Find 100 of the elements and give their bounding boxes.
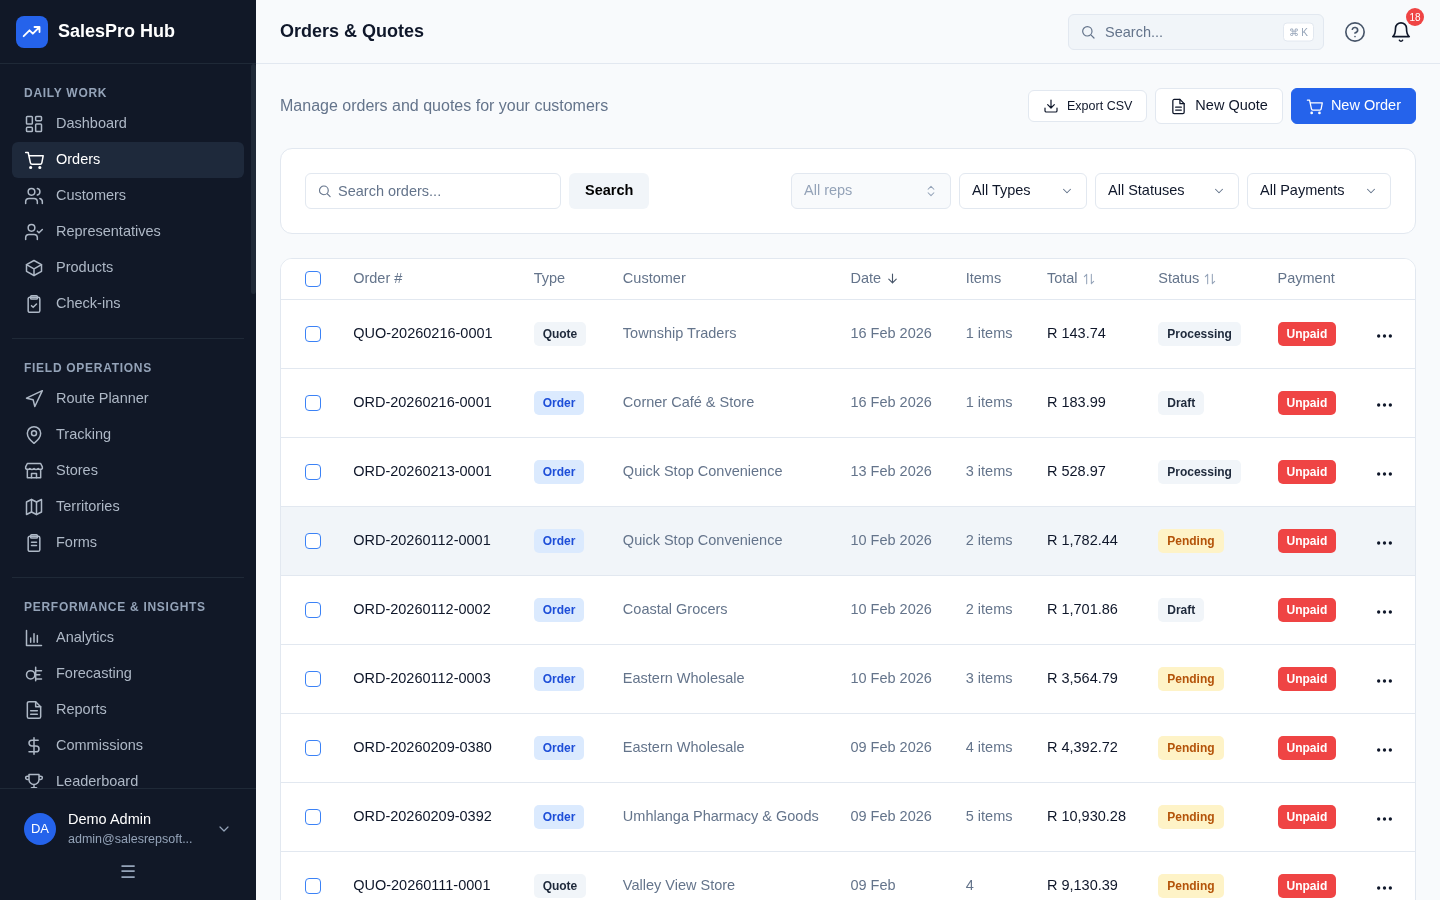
order-number[interactable]: ORD-20260112-0002: [353, 600, 491, 617]
navigation-icon: [24, 389, 44, 409]
order-number[interactable]: QUO-20260111-0001: [353, 876, 491, 893]
customer-name: Umhlanga Pharmacy & Goods: [622, 807, 819, 824]
item-count: 2 items: [965, 600, 1013, 617]
sidebar-item[interactable]: Products: [12, 250, 244, 286]
checkbox[interactable]: [305, 670, 322, 687]
sidebar-item[interactable]: Route Planner: [12, 381, 244, 417]
ellipsis-icon: [1376, 816, 1392, 821]
forecast-icon: [24, 664, 44, 684]
order-number[interactable]: ORD-20260112-0001: [353, 531, 491, 548]
table-row[interactable]: ORD-20260216-0001 Order Corner Café & Store 16 Feb 2026 1 items R 183.99 Draft Unpaid: [281, 368, 1415, 437]
customer-name: Township Traders: [622, 324, 737, 341]
column-header[interactable]: Date: [850, 267, 901, 290]
new-button[interactable]: New Quote: [1155, 88, 1283, 124]
status-tag: Pending: [1158, 666, 1224, 691]
sidebar-item[interactable]: Customers: [12, 178, 244, 214]
table-row[interactable]: ORD-20260209-0380 Order Eastern Wholesale 09 Feb 2026 4 items R 4,392.72 Pending Unpaid: [281, 713, 1415, 782]
order-number[interactable]: ORD-20260112-0003: [353, 669, 491, 686]
sidebar-item[interactable]: Forms: [12, 525, 244, 561]
column-header[interactable]: Total: [1046, 267, 1096, 290]
sidebar-item[interactable]: Commissions: [12, 728, 244, 764]
help-icon: [1344, 20, 1366, 43]
brand-name: SalesPro Hub: [58, 20, 176, 43]
bell-icon: [1390, 20, 1412, 43]
order-number[interactable]: ORD-20260213-0001: [353, 462, 492, 479]
clipboard-check-icon: [24, 294, 44, 314]
sidebar-item[interactable]: Tracking: [12, 417, 244, 453]
checkbox[interactable]: [305, 463, 322, 480]
shortcut-hint: ⌘ K: [1282, 22, 1314, 41]
order-total: R 1,782.44: [1046, 531, 1118, 548]
search-field[interactable]: Search orders...: [305, 173, 561, 209]
checkbox[interactable]: [305, 601, 322, 618]
table-row[interactable]: ORD-20260209-0392 Order Umhlanga Pharmacy & Goods 09 Feb 2026 5 items R 10,930.28 Pending Unpaid: [281, 782, 1415, 851]
download-icon: [1043, 98, 1060, 114]
status-tag: Draft: [1158, 390, 1205, 415]
column-header: Payment: [1277, 268, 1335, 288]
sort-icon: [1203, 271, 1218, 286]
sidebar-item[interactable]: Leaderboard: [12, 764, 244, 788]
sidebar-item[interactable]: Territories: [12, 489, 244, 525]
table-row[interactable]: ORD-20260112-0001 Order Quick Stop Convenience 10 Feb 2026 2 items R 1,782.44 Pending Unpaid: [281, 506, 1415, 575]
collapse-button[interactable]: ☰: [112, 855, 144, 890]
checkbox[interactable]: [305, 271, 322, 288]
avatar: DA: [24, 812, 56, 845]
user-name: Demo Admin: [68, 809, 152, 829]
sidebar-item[interactable]: Dashboard: [12, 106, 244, 142]
sidebar-item[interactable]: Check-ins: [12, 286, 244, 322]
checkbox[interactable]: [305, 808, 322, 825]
search-icon: [317, 183, 332, 199]
sidebar-item[interactable]: Stores: [12, 453, 244, 489]
checkbox[interactable]: [305, 877, 322, 894]
ellipsis-icon: [1376, 747, 1392, 752]
scrollbar[interactable]: [251, 64, 256, 294]
filter-select[interactable]: All Statuses: [1095, 173, 1239, 209]
type-tag: Quote: [533, 873, 587, 898]
order-total: R 183.99: [1046, 393, 1106, 410]
column-header: Order #: [353, 268, 403, 288]
payment-tag: Unpaid: [1277, 804, 1337, 829]
new-button[interactable]: New Order: [1290, 88, 1416, 124]
payment-tag: Unpaid: [1277, 735, 1337, 760]
type-tag: Order: [533, 459, 585, 484]
column-header[interactable]: Status: [1158, 267, 1218, 290]
filter-select[interactable]: All Payments: [1247, 173, 1391, 209]
table-row[interactable]: ORD-20260112-0003 Order Eastern Wholesale 10 Feb 2026 3 items R 3,564.79 Pending Unpaid: [281, 644, 1415, 713]
table-row[interactable]: ORD-20260112-0002 Order Coastal Grocers 10 Feb 2026 2 items R 1,701.86 Draft Unpaid: [281, 575, 1415, 644]
sidebar-item[interactable]: Reports: [12, 692, 244, 728]
store-icon: [24, 461, 44, 481]
users-icon: [24, 186, 44, 206]
order-number[interactable]: ORD-20260209-0392: [353, 807, 492, 824]
customer-name: Coastal Grocers: [622, 600, 728, 617]
sidebar-item[interactable]: Representatives: [12, 214, 244, 250]
map-icon: [24, 497, 44, 517]
status-tag: Pending: [1158, 735, 1224, 760]
order-number[interactable]: ORD-20260209-0380: [353, 738, 492, 755]
table-row[interactable]: QUO-20260111-0001 Quote Valley View Store 09 Feb 4 R 9,130.39 Pending Unpaid: [281, 851, 1415, 900]
payment-tag: Unpaid: [1277, 528, 1337, 553]
type-tag: Order: [533, 597, 585, 622]
sidebar-item[interactable]: Analytics: [12, 620, 244, 656]
box-icon: [24, 258, 44, 278]
table-row[interactable]: QUO-20260216-0001 Quote Township Traders 16 Feb 2026 1 items R 143.74 Processing Unpaid: [281, 299, 1415, 368]
checkbox[interactable]: [305, 394, 322, 411]
table-row[interactable]: ORD-20260213-0001 Order Quick Stop Convenience 13 Feb 2026 3 items R 528.97 Processing Unpaid: [281, 437, 1415, 506]
column-header: Customer: [622, 268, 686, 288]
order-date: 10 Feb 2026: [850, 600, 932, 617]
sidebar-item[interactable]: Orders: [12, 142, 244, 178]
checkbox[interactable]: [305, 532, 322, 549]
column-header: Type: [533, 268, 566, 288]
checkbox[interactable]: [305, 325, 322, 342]
map-pin-icon: [24, 425, 44, 445]
order-number[interactable]: QUO-20260216-0001: [353, 324, 493, 341]
sidebar-item[interactable]: Forecasting: [12, 656, 244, 692]
type-tag: Order: [533, 528, 585, 553]
order-total: R 9,130.39: [1046, 876, 1118, 893]
item-count: 3 items: [965, 669, 1013, 686]
document-icon: [24, 700, 44, 720]
filter-select[interactable]: All Types: [959, 173, 1087, 209]
search-button[interactable]: Search: [569, 173, 650, 209]
export-button[interactable]: Export CSV: [1028, 90, 1148, 122]
order-number[interactable]: ORD-20260216-0001: [353, 393, 492, 410]
checkbox[interactable]: [305, 739, 322, 756]
